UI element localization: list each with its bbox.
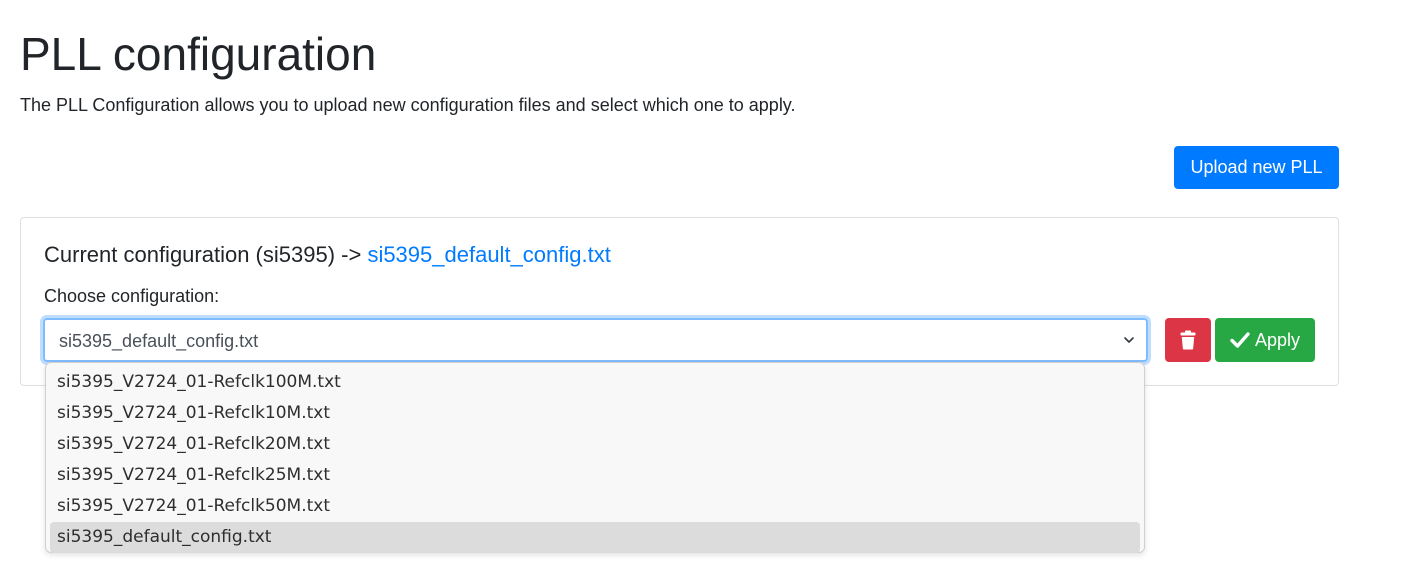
dropdown-option-selected[interactable]: si5395_default_config.txt xyxy=(50,522,1140,553)
upload-new-pll-button[interactable]: Upload new PLL xyxy=(1174,146,1339,189)
apply-button[interactable]: Apply xyxy=(1215,318,1315,362)
dropdown-option[interactable]: si5395_V2724_01-Refclk50M.txt xyxy=(50,491,1140,522)
delete-configuration-button[interactable] xyxy=(1165,318,1211,362)
current-configuration-heading: Current configuration (si5395) -> si5395… xyxy=(44,241,611,269)
page-title: PLL configuration xyxy=(20,28,377,80)
dropdown-option[interactable]: si5395_V2724_01-Refclk10M.txt xyxy=(50,398,1140,429)
current-configuration-link[interactable]: si5395_default_config.txt xyxy=(367,242,610,267)
dropdown-option[interactable]: si5395_V2724_01-Refclk100M.txt xyxy=(50,367,1140,398)
trash-icon xyxy=(1180,330,1196,350)
configuration-select[interactable]: si5395_default_config.txt xyxy=(43,318,1148,362)
dropdown-option[interactable]: si5395_V2724_01-Refclk25M.txt xyxy=(50,460,1140,491)
configuration-dropdown-list: si5395_V2724_01-Refclk100M.txt si5395_V2… xyxy=(45,362,1145,553)
dropdown-option[interactable]: si5395_V2724_01-Refclk20M.txt xyxy=(50,429,1140,460)
current-configuration-label: Current configuration (si5395) -> xyxy=(44,242,368,267)
apply-label: Apply xyxy=(1255,330,1301,350)
chevron-down-icon xyxy=(1124,337,1134,343)
choose-configuration-label: Choose configuration: xyxy=(44,286,220,306)
configuration-select-value: si5395_default_config.txt xyxy=(59,331,259,351)
page-description: The PLL Configuration allows you to uplo… xyxy=(20,95,796,115)
check-icon xyxy=(1230,332,1250,348)
